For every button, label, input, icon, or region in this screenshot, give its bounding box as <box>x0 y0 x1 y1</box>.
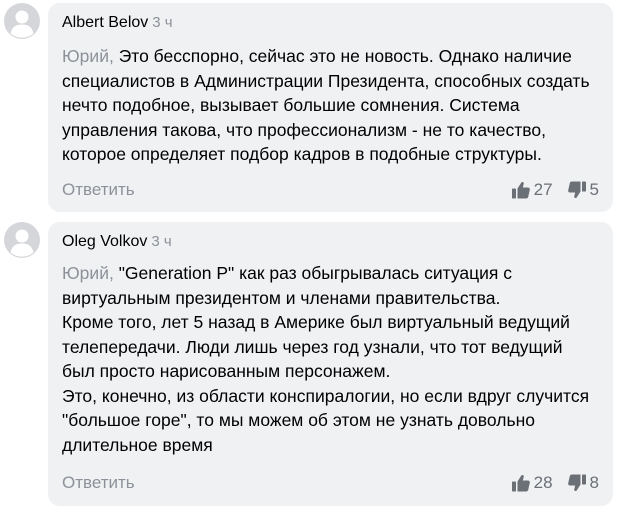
comment-bubble: Albert Belov 3 ч Юрий, Это бесспорно, сей… <box>48 3 613 212</box>
like-count: 28 <box>533 473 553 492</box>
comment-line: нечто подобное, вызывает большие сомнени… <box>62 95 520 115</box>
dislike-count: 8 <box>589 473 599 492</box>
comment-line: "большое горе", то мы можем об этом не у… <box>62 410 535 430</box>
comment-header: Oleg Volkov 3 ч <box>62 231 172 253</box>
reply-mention[interactable]: Юрий, <box>62 263 114 283</box>
comment-header: Albert Belov 3 ч <box>62 12 173 34</box>
comment-line: Это, конечно, из области конспиралогии, … <box>62 385 590 406</box>
thumbs-down-icon <box>567 181 586 199</box>
user-avatar-icon[interactable] <box>4 3 40 39</box>
dislike-button[interactable]: 5 <box>567 180 599 200</box>
comment-line: Кроме того, лет 5 назад в Америке был ви… <box>62 312 570 332</box>
votes: 27 5 <box>511 179 599 201</box>
comment-time: 3 ч <box>151 233 172 250</box>
comment-text: Юрий, "Generation P" как раз обыгрывалас… <box>62 261 589 457</box>
comment-text: Юрий, Это бесспорно, сейчас это не новос… <box>62 44 590 167</box>
comment-line: Юрий, Это бесспорно, сейчас это не новос… <box>62 46 572 66</box>
reply-mention[interactable]: Юрий, <box>62 46 114 66</box>
dislike-count: 5 <box>589 180 599 199</box>
like-button[interactable]: 27 <box>511 180 553 200</box>
comment-time: 3 ч <box>152 14 173 31</box>
comment-line: виртуальным президентом и членами правит… <box>62 287 501 308</box>
comment-footer: Ответить 28 8 <box>62 472 599 494</box>
comment-line: специалистов в Администрации Президента,… <box>62 70 590 91</box>
comment-line: Юрий, "Generation P" как раз обыгрывалас… <box>62 263 512 283</box>
dislike-button[interactable]: 8 <box>567 473 599 493</box>
comment-bubble: Oleg Volkov 3 ч Юрий, "Generation P" как … <box>48 222 613 506</box>
comment-line: телепередачи. Люди лишь через год узнали… <box>62 336 563 357</box>
comment: Albert Belov 3 ч Юрий, Это бесспорно, сей… <box>0 0 618 214</box>
thumbs-up-icon <box>511 474 530 492</box>
comment-footer: Ответить 27 5 <box>62 179 599 201</box>
user-avatar-icon[interactable] <box>4 222 40 258</box>
author-name[interactable]: Albert Belov <box>62 14 148 31</box>
reply-button[interactable]: Ответить <box>62 472 135 494</box>
comment-line: которое определяет подбор кадров в подоб… <box>62 144 542 164</box>
thumbs-down-icon <box>567 474 586 492</box>
comment-line: длительное время <box>62 434 213 455</box>
like-count: 27 <box>533 180 553 199</box>
votes: 28 8 <box>511 472 599 494</box>
comment-line: был просто нарисованным персонажем. <box>62 361 391 381</box>
comment: Oleg Volkov 3 ч Юрий, "Generation P" как … <box>0 214 618 506</box>
thumbs-up-icon <box>511 181 530 199</box>
reply-button[interactable]: Ответить <box>62 179 135 201</box>
comment-line: управления такова, что профессионализм -… <box>62 119 546 140</box>
author-name[interactable]: Oleg Volkov <box>62 233 147 250</box>
like-button[interactable]: 28 <box>511 473 553 493</box>
